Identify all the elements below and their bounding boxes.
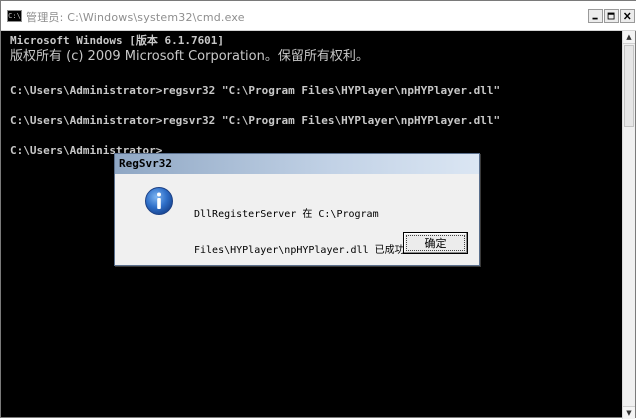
maximize-button[interactable]	[604, 9, 619, 23]
ok-button[interactable]: 确定	[403, 232, 468, 254]
console-icon: C:\	[7, 10, 22, 22]
console-line: 版权所有 (c) 2009 Microsoft Corporation。保留所有…	[10, 49, 369, 64]
dialog-title-bar[interactable]: RegSvr32	[115, 154, 479, 174]
close-button[interactable]	[620, 9, 635, 23]
minimize-button[interactable]	[588, 9, 603, 23]
console-output[interactable]: Microsoft Windows [版本 6.1.7601] 版权所有 (c)…	[10, 32, 622, 157]
close-icon	[623, 12, 631, 20]
title-bar[interactable]: C:\ 管理员: C:\Windows\system32\cmd.exe	[1, 1, 636, 31]
scroll-thumb[interactable]	[624, 45, 634, 127]
dialog-title: RegSvr32	[119, 157, 172, 170]
scroll-down-icon[interactable]: ▼	[623, 406, 635, 419]
console-line: C:\Users\Administrator>regsvr32 "C:\Prog…	[10, 84, 501, 97]
minimize-icon	[592, 17, 598, 20]
regsvr32-dialog: RegSvr32 DllRegisterServer 在 C:\Program …	[114, 153, 480, 266]
scroll-up-icon[interactable]: ▲	[623, 31, 635, 44]
dialog-message-line: DllRegisterServer 在 C:\Program	[194, 209, 379, 220]
window-title: 管理员: C:\Windows\system32\cmd.exe	[26, 11, 245, 24]
info-icon	[145, 187, 173, 215]
console-line: C:\Users\Administrator>regsvr32 "C:\Prog…	[10, 114, 501, 127]
window-controls	[587, 9, 635, 23]
vertical-scrollbar[interactable]: ▲ ▼	[622, 31, 635, 419]
maximize-icon	[607, 12, 615, 20]
